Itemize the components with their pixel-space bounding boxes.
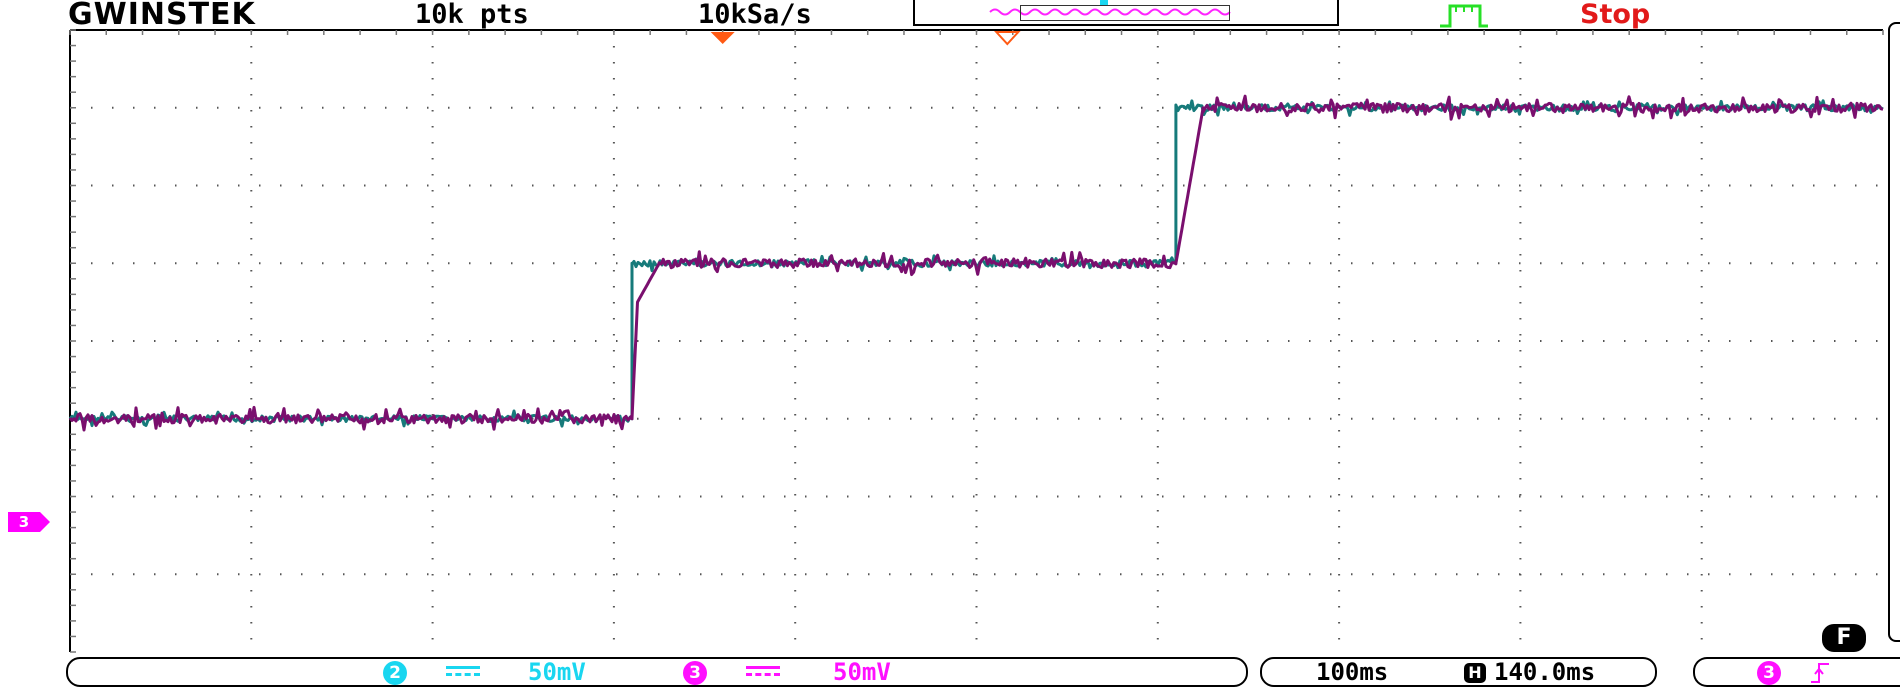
- horizontal-position-icon: H: [1464, 663, 1486, 683]
- rising-edge-icon: [1811, 663, 1829, 683]
- dc-coupling-icon: [746, 666, 780, 676]
- ch2-scale: 50mV: [528, 658, 586, 686]
- trigger-position-marker: [710, 32, 735, 44]
- ch3-marker-label: 3: [8, 512, 40, 532]
- ch3-number-badge: 3: [683, 661, 707, 685]
- channel-status-bar[interactable]: 2 50mV 3 50mV: [66, 657, 1248, 687]
- trigger-source-badge: 3: [1757, 661, 1781, 685]
- side-menu-edge[interactable]: [1888, 22, 1900, 642]
- ch2-number-badge: 2: [383, 661, 407, 685]
- dc-coupling-icon: [446, 666, 480, 676]
- expansion-point-marker: [994, 31, 1021, 46]
- ch3-scale: 50mV: [833, 658, 891, 686]
- trigger-status-bar[interactable]: 3: [1693, 657, 1900, 687]
- horizontal-position: 140.0ms: [1494, 658, 1596, 686]
- waveform-display[interactable]: [0, 0, 1900, 691]
- timebase-status-bar[interactable]: 100ms H 140.0ms: [1260, 657, 1657, 687]
- soft-key-f[interactable]: F: [1822, 624, 1866, 652]
- time-per-div: 100ms: [1316, 658, 1389, 686]
- ch3-position-marker[interactable]: 3: [8, 512, 50, 532]
